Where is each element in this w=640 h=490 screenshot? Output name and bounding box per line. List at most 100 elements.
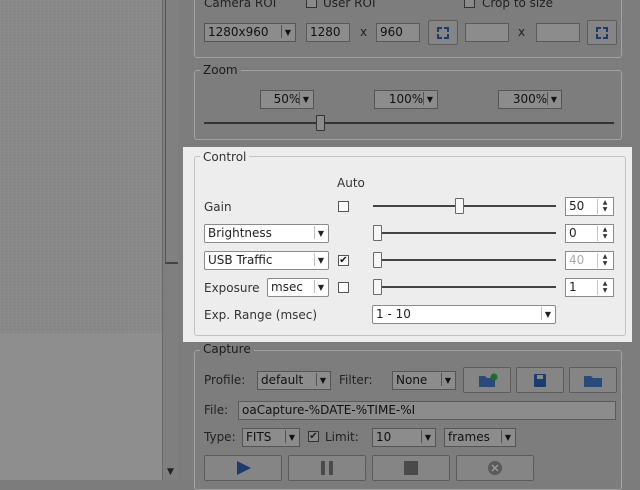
limit-unit-select[interactable]: frames ▼ <box>444 428 516 447</box>
chevron-down-icon: ▼ <box>423 92 436 105</box>
exp-range-value: 1 - 10 <box>376 307 411 321</box>
usb-traffic-label: USB Traffic <box>208 253 273 267</box>
zoom-100-button[interactable]: 100% ▼ <box>374 90 438 109</box>
user-roi-checkbox[interactable] <box>306 0 317 8</box>
preview-scrollbar[interactable]: ▼ <box>162 0 178 480</box>
gain-spinbox[interactable]: 50 ▲ ▼ <box>565 197 614 216</box>
limit-value: 10 <box>376 430 392 444</box>
filter-label: Filter: <box>339 373 373 387</box>
profile-label: Profile: <box>204 373 246 387</box>
expand-icon <box>596 27 608 39</box>
limit-select[interactable]: 10 ▼ <box>372 428 436 447</box>
zoom-slider-handle[interactable] <box>316 115 325 131</box>
filter-select[interactable]: None ▼ <box>392 371 456 390</box>
times-label: x <box>360 25 368 39</box>
type-label: Type: <box>204 430 236 444</box>
chevron-down-icon: ▼ <box>285 430 298 443</box>
file-label: File: <box>204 403 229 417</box>
control-select-brightness[interactable]: Brightness ▼ <box>204 224 329 243</box>
zoom-50-button[interactable]: 50% ▼ <box>260 90 314 109</box>
gain-auto-checkbox[interactable] <box>338 201 349 212</box>
exposure-slider-handle[interactable] <box>373 279 382 295</box>
control-title: Control <box>200 150 250 164</box>
resolution-select[interactable]: 1280x960 ▼ <box>204 23 296 42</box>
chevron-down-icon: ▼ <box>547 92 560 105</box>
new-folder-icon <box>479 373 498 387</box>
control-select-usb-traffic[interactable]: USB Traffic ▼ <box>204 251 329 270</box>
gain-label: Gain <box>204 200 232 214</box>
scrollbar-handle[interactable] <box>165 0 178 264</box>
gain-slider-handle[interactable] <box>455 198 464 214</box>
roi-width-field[interactable]: 1280 <box>306 23 350 42</box>
usb-traffic-slider[interactable] <box>373 252 556 268</box>
chevron-down-icon: ▼ <box>314 226 327 239</box>
brightness-label: Brightness <box>208 226 272 240</box>
crop-checkbox[interactable] <box>464 0 475 8</box>
zoom-title: Zoom <box>200 63 241 77</box>
gain-slider[interactable] <box>373 198 556 214</box>
slider-groove <box>373 259 556 261</box>
stop-icon <box>404 461 418 475</box>
zoom-slider[interactable] <box>204 115 614 131</box>
roi-height-field[interactable]: 960 <box>376 23 420 42</box>
stop-capture-button[interactable] <box>372 455 450 481</box>
crop-label: Crop to size <box>482 0 553 10</box>
times-label-2: x <box>518 25 526 39</box>
close-capture-button[interactable] <box>456 455 534 481</box>
limit-checkbox[interactable]: ✔ <box>308 431 319 442</box>
spin-arrows-icon[interactable]: ▲ ▼ <box>597 253 612 268</box>
profile-value: default <box>261 373 304 387</box>
expand-icon <box>437 27 449 39</box>
spin-arrows-icon[interactable]: ▲ ▼ <box>597 199 612 214</box>
chevron-down-icon: ▼ <box>299 92 312 105</box>
chevron-down-icon: ▼ <box>541 307 554 320</box>
exposure-auto-checkbox[interactable] <box>338 282 349 293</box>
preview-image <box>0 0 162 333</box>
exposure-spinbox[interactable]: 1 ▲ ▼ <box>565 278 614 297</box>
fit-crop-button[interactable] <box>587 20 617 45</box>
brightness-slider-handle[interactable] <box>373 225 382 241</box>
save-profile-button[interactable] <box>516 367 564 393</box>
start-capture-button[interactable] <box>204 455 282 481</box>
slider-groove <box>204 122 614 124</box>
profile-select[interactable]: default ▼ <box>257 371 331 390</box>
usb-traffic-auto-checkbox[interactable]: ✔ <box>338 255 349 266</box>
fit-roi-button[interactable] <box>428 20 458 45</box>
usb-traffic-value: 40 <box>569 253 585 267</box>
zoom-100-label: 100% <box>388 92 424 106</box>
zoom-300-label: 300% <box>512 92 548 106</box>
brightness-spinbox[interactable]: 0 ▲ ▼ <box>565 224 614 243</box>
crop-height-field[interactable] <box>536 23 580 42</box>
exposure-unit-select[interactable]: msec ▼ <box>267 278 329 297</box>
exp-range-select[interactable]: 1 - 10 ▼ <box>372 305 556 324</box>
auto-header: Auto <box>337 176 365 190</box>
folder-icon <box>584 376 602 387</box>
gain-value: 50 <box>569 199 585 213</box>
capture-title: Capture <box>200 342 254 356</box>
scroll-down-arrow-icon[interactable]: ▼ <box>167 467 174 477</box>
type-select[interactable]: FITS ▼ <box>242 428 300 447</box>
zoom-300-button[interactable]: 300% ▼ <box>498 90 562 109</box>
spin-arrows-icon[interactable]: ▲ ▼ <box>597 280 612 295</box>
crop-width-field[interactable] <box>465 23 509 42</box>
usb-traffic-spinbox[interactable]: 40 ▲ ▼ <box>565 251 614 270</box>
camera-preview <box>0 0 162 480</box>
open-folder-button[interactable] <box>569 367 617 393</box>
zoom-50-label: 50% <box>273 92 301 106</box>
exposure-value: 1 <box>569 280 577 294</box>
file-template-field[interactable]: oaCapture-%DATE-%TIME-%I <box>238 401 616 420</box>
spin-arrows-icon[interactable]: ▲ ▼ <box>597 226 612 241</box>
exp-range-label: Exp. Range (msec) <box>204 308 318 322</box>
brightness-slider[interactable] <box>373 225 556 241</box>
disk-icon <box>534 374 546 387</box>
play-icon <box>237 461 251 475</box>
slider-groove <box>373 286 556 288</box>
chevron-down-icon: ▼ <box>314 280 327 293</box>
exposure-slider[interactable] <box>373 279 556 295</box>
pause-icon <box>321 461 333 475</box>
usb-traffic-slider-handle[interactable] <box>373 252 382 268</box>
pause-capture-button[interactable] <box>288 455 366 481</box>
camera-roi-label: Camera ROI <box>204 0 277 10</box>
new-folder-button[interactable] <box>463 367 511 393</box>
slider-groove <box>373 205 556 207</box>
